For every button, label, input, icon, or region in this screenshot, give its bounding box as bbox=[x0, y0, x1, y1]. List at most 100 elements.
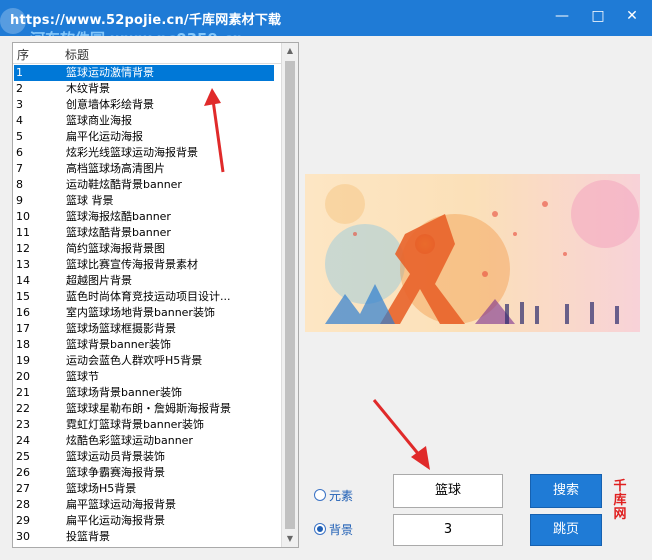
list-item-title: 篮球争霸赛海报背景 bbox=[66, 466, 165, 479]
scroll-down-icon[interactable]: ▼ bbox=[282, 531, 298, 547]
list-item[interactable]: 28 扁平篮球运动海报背景 bbox=[14, 497, 274, 513]
list-item-title: 篮球场H5背景 bbox=[66, 482, 137, 495]
list-item-title: 篮球球星勒布朗・詹姆斯海报背景 bbox=[66, 402, 231, 415]
title-bar: https://www.52pojie.cn/千库网素材下载 河东软件园 www… bbox=[0, 0, 652, 48]
list-item[interactable]: 2 木纹背景 bbox=[14, 81, 274, 97]
list-item-title: 篮球商业海报 bbox=[66, 114, 132, 127]
list-item-index: 20 bbox=[16, 370, 30, 383]
search-button[interactable]: 搜索 bbox=[530, 474, 602, 508]
radio-element-dot[interactable] bbox=[314, 489, 326, 501]
list-item-index: 23 bbox=[16, 418, 30, 431]
radio-background[interactable]: 背景 bbox=[314, 521, 353, 538]
minimize-button[interactable]: — bbox=[548, 6, 576, 26]
list-item[interactable]: 6 炫彩光线篮球运动海报背景 bbox=[14, 145, 274, 161]
list-item[interactable]: 25 篮球运动员背景装饰 bbox=[14, 449, 274, 465]
radio-background-dot[interactable] bbox=[314, 523, 326, 535]
list-item-index: 14 bbox=[16, 274, 30, 287]
list-item[interactable]: 3 创意墙体彩绘背景 bbox=[14, 97, 274, 113]
list-item-title: 篮球运动员背景装饰 bbox=[66, 450, 165, 463]
list-item[interactable]: 15 蓝色时尚体育竞技运动项目设计... bbox=[14, 289, 274, 305]
close-button[interactable]: ✕ bbox=[618, 6, 646, 26]
column-header-index[interactable]: 序 bbox=[17, 46, 29, 63]
list-item-index: 4 bbox=[16, 114, 23, 127]
list-item[interactable]: 12 简约篮球海报背景图 bbox=[14, 241, 274, 257]
list-item-title: 超越图片背景 bbox=[66, 274, 132, 287]
list-item[interactable]: 16 室内篮球场地背景banner装饰 bbox=[14, 305, 274, 321]
list-item[interactable]: 24 炫酷色彩篮球运动banner bbox=[14, 433, 274, 449]
list-item-title: 篮球比赛宣传海报背景素材 bbox=[66, 258, 198, 271]
list-item-index: 30 bbox=[16, 530, 30, 543]
radio-element[interactable]: 元素 bbox=[314, 487, 353, 504]
search-input[interactable]: 篮球 bbox=[393, 474, 503, 508]
list-item[interactable]: 20 篮球节 bbox=[14, 369, 274, 385]
list-item-title: 篮球运动激情背景 bbox=[66, 66, 154, 79]
list-item-index: 25 bbox=[16, 450, 30, 463]
list-item-index: 21 bbox=[16, 386, 30, 399]
list-item[interactable]: 14 超越图片背景 bbox=[14, 273, 274, 289]
list-item-title: 篮球 背景 bbox=[66, 194, 114, 207]
page-input[interactable]: 3 bbox=[393, 514, 503, 546]
list-item[interactable]: 17 篮球场篮球框摄影背景 bbox=[14, 321, 274, 337]
list-item-index: 15 bbox=[16, 290, 30, 303]
list-item-title: 室内篮球场地背景banner装饰 bbox=[66, 306, 215, 319]
list-item[interactable]: 7 高档篮球场高清图片 bbox=[14, 161, 274, 177]
list-item-title: 霓虹灯篮球背景banner装饰 bbox=[66, 418, 204, 431]
radio-background-label: 背景 bbox=[329, 523, 354, 537]
list-item-title: 蓝色时尚体育竞技运动项目设计... bbox=[66, 290, 231, 303]
list-item[interactable]: 13 篮球比赛宣传海报背景素材 bbox=[14, 257, 274, 273]
list-item[interactable]: 1 篮球运动激情背景 bbox=[14, 65, 274, 81]
list-item-index: 3 bbox=[16, 98, 23, 111]
jump-button[interactable]: 跳页 bbox=[530, 514, 602, 546]
list-item-index: 5 bbox=[16, 130, 23, 143]
list-item-index: 7 bbox=[16, 162, 23, 175]
scroll-up-icon[interactable]: ▲ bbox=[282, 43, 298, 59]
list-item-index: 17 bbox=[16, 322, 30, 335]
list-item[interactable]: 19 运动会蓝色人群欢呼H5背景 bbox=[14, 353, 274, 369]
list-item-index: 24 bbox=[16, 434, 30, 447]
list-item-index: 27 bbox=[16, 482, 30, 495]
maximize-button[interactable]: □ bbox=[584, 6, 612, 26]
list-item[interactable]: 10 篮球海报炫酷banner bbox=[14, 209, 274, 225]
list-item-index: 29 bbox=[16, 514, 30, 527]
list-item[interactable]: 8 运动鞋炫酷背景banner bbox=[14, 177, 274, 193]
list-item[interactable]: 4 篮球商业海报 bbox=[14, 113, 274, 129]
list-item-title: 创意墙体彩绘背景 bbox=[66, 98, 154, 111]
list-item-title: 扁平化运动海报背景 bbox=[66, 514, 165, 527]
list-item-index: 18 bbox=[16, 338, 30, 351]
list-item[interactable]: 18 篮球背景banner装饰 bbox=[14, 337, 274, 353]
list-item-title: 扁平篮球运动海报背景 bbox=[66, 498, 176, 511]
list-item[interactable]: 27 篮球场H5背景 bbox=[14, 481, 274, 497]
list-item-index: 28 bbox=[16, 498, 30, 511]
window-title: https://www.52pojie.cn/千库网素材下载 bbox=[10, 13, 282, 28]
list-header: 序 标题 bbox=[13, 43, 283, 64]
list-item[interactable]: 23 霓虹灯篮球背景banner装饰 bbox=[14, 417, 274, 433]
list-item-index: 26 bbox=[16, 466, 30, 479]
list-item[interactable]: 11 篮球炫酷背景banner bbox=[14, 225, 274, 241]
list-item-title: 炫彩光线篮球运动海报背景 bbox=[66, 146, 198, 159]
list-item[interactable]: 9 篮球 背景 bbox=[14, 193, 274, 209]
list-item-title: 炫酷色彩篮球运动banner bbox=[66, 434, 193, 447]
list-item-index: 19 bbox=[16, 354, 30, 367]
list-item-title: 运动会蓝色人群欢呼H5背景 bbox=[66, 354, 203, 367]
result-list[interactable]: 序 标题 1 篮球运动激情背景 2 木纹背景 3 创意墙体彩绘背景 4 篮球商业海报 5 扁平化运… bbox=[12, 42, 299, 548]
list-item[interactable]: 29 扁平化运动海报背景 bbox=[14, 513, 274, 529]
list-item-index: 11 bbox=[16, 226, 30, 239]
list-item[interactable]: 5 扁平化运动海报 bbox=[14, 129, 274, 145]
vertical-scrollbar[interactable]: ▲ ▼ bbox=[281, 43, 298, 547]
list-item-title: 篮球炫酷背景banner bbox=[66, 226, 171, 239]
list-item[interactable]: 30 投篮背景 bbox=[14, 529, 274, 545]
list-item-title: 投篮背景 bbox=[66, 530, 110, 543]
list-item-index: 2 bbox=[16, 82, 23, 95]
list-item[interactable]: 21 篮球场背景banner装饰 bbox=[14, 385, 274, 401]
list-item[interactable]: 22 篮球球星勒布朗・詹姆斯海报背景 bbox=[14, 401, 274, 417]
list-item-index: 12 bbox=[16, 242, 30, 255]
column-header-title[interactable]: 标题 bbox=[65, 46, 89, 63]
scroll-thumb[interactable] bbox=[285, 61, 295, 529]
list-item-index: 16 bbox=[16, 306, 30, 319]
preview-image bbox=[305, 174, 640, 332]
list-item-index: 10 bbox=[16, 210, 30, 223]
list-item-index: 13 bbox=[16, 258, 30, 271]
annotation-arrow-down bbox=[372, 399, 430, 470]
list-item[interactable]: 26 篮球争霸赛海报背景 bbox=[14, 465, 274, 481]
list-item-index: 1 bbox=[16, 66, 23, 79]
